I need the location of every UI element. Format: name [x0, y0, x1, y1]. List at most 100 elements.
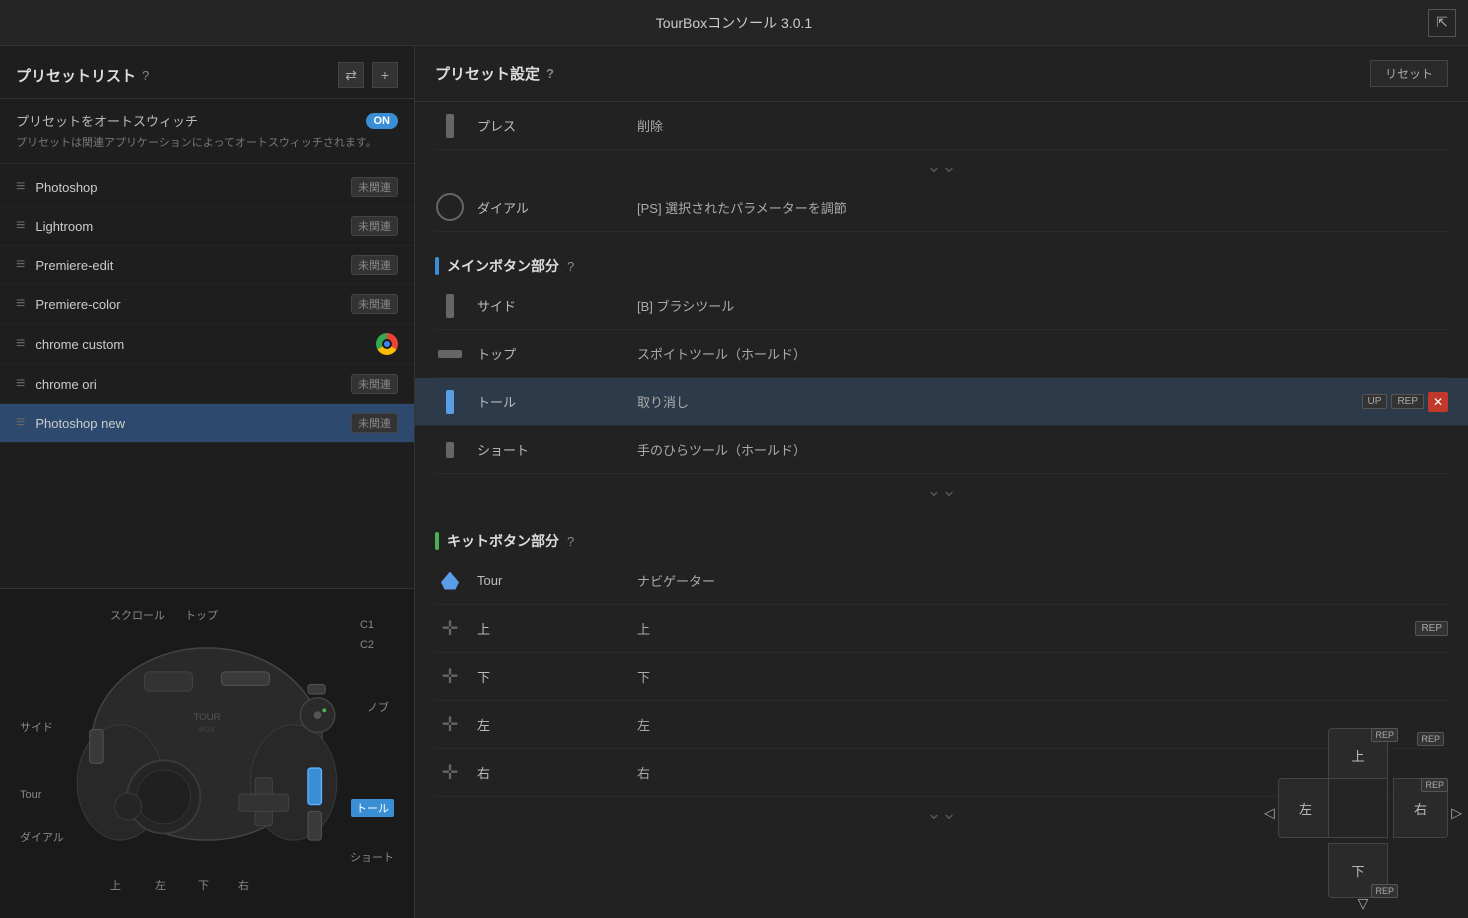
hamburger-icon: ≡ — [16, 178, 25, 196]
left-panel: プリセットリスト ? ⇄ + プリセットをオートスウィッチ ON プリセットは関… — [0, 46, 415, 918]
tall-close-btn[interactable]: ✕ — [1428, 392, 1448, 412]
tall-icon — [435, 390, 465, 414]
ctrl-label-c1: C1 — [360, 619, 374, 631]
side-name: サイド — [477, 296, 637, 315]
rep-tag: REP — [1391, 394, 1424, 409]
up-row[interactable]: ✛ 上 上 REP — [435, 605, 1448, 653]
main-button-section-header: メインボタン部分 ? — [415, 242, 1468, 282]
ctrl-label-knob: ノブ — [367, 699, 389, 715]
right-panel: プリセット設定 ? リセット プレス 削除 ⌄⌄ ダイアル — [415, 46, 1468, 918]
dpad-down-arrow: ▽ — [1358, 895, 1369, 912]
preset-settings-header: プリセット設定 ? リセット — [415, 46, 1468, 102]
short-action: 手のひらツール（ホールド） — [637, 440, 1448, 459]
above-section: プレス 削除 ⌄⌄ ダイアル [PS] 選択されたパラメーターを調節 — [415, 102, 1468, 242]
side-row[interactable]: サイド [B] ブラシツール — [435, 282, 1448, 330]
short-row[interactable]: ショート 手のひらツール（ホールド） — [435, 426, 1448, 474]
dpad-up-label: 上 — [1351, 746, 1364, 765]
auto-switch-toggle[interactable]: ON — [366, 113, 399, 129]
add-preset-btn[interactable]: + — [372, 62, 398, 88]
press-row: プレス 削除 — [435, 102, 1448, 150]
ctrl-label-side: サイド — [20, 719, 53, 735]
dpad-up-icon: ✛ — [435, 616, 465, 641]
preset-item-premiere-color[interactable]: ≡Premiere-color未関連 — [0, 285, 414, 324]
dial-name: ダイアル — [477, 198, 637, 217]
divider-2: ⌄⌄ — [435, 474, 1448, 507]
up-rep-tag: REP — [1415, 621, 1448, 636]
dpad-left-btn[interactable]: 左 — [1278, 778, 1333, 838]
reset-button[interactable]: リセット — [1370, 60, 1448, 87]
top-row[interactable]: トップ スポイトツール（ホールド） — [435, 330, 1448, 378]
preset-name: Premiere-color — [35, 297, 351, 312]
ctrl-label-right: 右 — [238, 877, 249, 893]
preset-item-photoshop[interactable]: ≡ Photoshop未関連 — [0, 168, 414, 207]
tall-name: トール — [477, 392, 637, 411]
preset-settings-label: プリセット設定 — [435, 63, 540, 84]
svg-text:TOUR: TOUR — [193, 712, 220, 723]
main-button-help-icon[interactable]: ? — [567, 259, 574, 274]
kit-button-section-bar — [435, 532, 439, 550]
press-action: 削除 — [637, 116, 1448, 135]
preset-list: ≡Photoshop未関連≡Lightroom未関連≡Premiere-edit… — [0, 164, 414, 588]
preset-list-help-icon[interactable]: ? — [142, 68, 149, 83]
kit-button-help-icon[interactable]: ? — [567, 534, 574, 549]
hamburger-icon: ≡ — [16, 414, 25, 432]
short-icon — [435, 442, 465, 458]
short-name: ショート — [477, 440, 637, 459]
dpad-right-icon: ✛ — [435, 760, 465, 785]
tall-row[interactable]: トール 取り消し UP REP ✕ — [415, 378, 1468, 426]
app-title: TourBoxコンソール 3.0.1 — [656, 13, 812, 33]
hamburger-icon: ≡ — [16, 256, 25, 274]
side-icon — [435, 294, 465, 318]
svg-text:BOX: BOX — [199, 725, 215, 734]
down-name: 下 — [477, 667, 637, 686]
preset-item-chrome-ori[interactable]: ≡chrome ori未関連 — [0, 365, 414, 404]
main-button-section-bar — [435, 257, 439, 275]
press-name: プレス — [477, 116, 637, 135]
preset-item-photoshop-new[interactable]: ≡Photoshop new未関連 — [0, 404, 414, 443]
preset-name: Photoshop — [35, 180, 351, 195]
kit-button-section-title: キットボタン部分 — [447, 531, 559, 551]
preset-settings-title: プリセット設定 ? — [435, 63, 554, 84]
export-btn[interactable]: ⇄ — [338, 62, 364, 88]
dpad-down-icon: ✛ — [435, 664, 465, 689]
dial-icon — [435, 193, 465, 221]
ctrl-label-tour: Tour — [20, 789, 41, 801]
preset-list-title: プリセットリスト — [16, 65, 136, 86]
auto-switch-label: プリセットをオートスウィッチ — [16, 111, 198, 130]
preset-badge: 未関連 — [351, 413, 398, 433]
window-control-btn[interactable]: ⇱ — [1428, 9, 1456, 37]
right-name: 右 — [477, 763, 637, 782]
preset-settings-help-icon[interactable]: ? — [546, 66, 554, 81]
preset-item-chrome-custom[interactable]: ≡chrome custom — [0, 324, 414, 365]
chrome-icon — [376, 333, 398, 355]
preset-badge: 未関連 — [351, 177, 398, 197]
top-icon — [435, 350, 465, 358]
preset-badge: 未関連 — [351, 255, 398, 275]
dpad-up-tag: REP — [1371, 728, 1398, 742]
up-tag: UP — [1362, 394, 1388, 409]
tall-action: 取り消し — [637, 392, 1362, 411]
dpad-left-icon: ✛ — [435, 712, 465, 737]
tall-tags: UP REP — [1362, 394, 1424, 409]
preset-badge: 未関連 — [351, 216, 398, 236]
tour-name: Tour — [477, 573, 637, 588]
preset-name: chrome ori — [35, 377, 351, 392]
preset-item-lightroom[interactable]: ≡Lightroom未関連 — [0, 207, 414, 246]
preset-item-premiere-edit[interactable]: ≡Premiere-edit未関連 — [0, 246, 414, 285]
main-button-section-title: メインボタン部分 — [447, 256, 559, 276]
dpad-down-label: 下 — [1351, 861, 1364, 880]
ctrl-label-down: 下 — [198, 877, 209, 893]
tour-row[interactable]: Tour ナビゲーター — [435, 557, 1448, 605]
kit-button-section-header: キットボタン部分 ? — [415, 517, 1468, 557]
dpad-left-label: 左 — [1299, 799, 1312, 818]
dpad-center — [1328, 778, 1388, 838]
hamburger-icon: ≡ — [16, 335, 25, 353]
hamburger-icon: ≡ — [16, 295, 25, 313]
dpad-down-tag: REP — [1371, 884, 1398, 898]
down-row[interactable]: ✛ 下 下 — [435, 653, 1448, 701]
title-bar: TourBoxコンソール 3.0.1 ⇱ — [0, 0, 1468, 46]
dpad-widget: REP 上 REP 下 REP 左 右 REP ◁ — [1278, 728, 1448, 898]
divider-1: ⌄⌄ — [435, 150, 1448, 183]
ctrl-label-tall-highlight: トール — [351, 799, 394, 817]
dpad-left-arrow: ◁ — [1264, 805, 1275, 822]
